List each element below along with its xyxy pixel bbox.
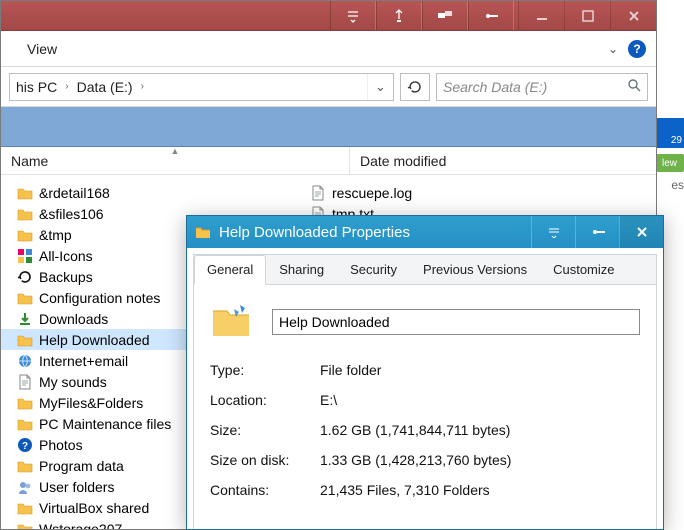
label-contains: Contains: [210, 482, 320, 498]
list-item-label: &tmp [39, 227, 72, 243]
side-text-fragment: es [671, 178, 684, 192]
sort-asc-icon: ▲ [171, 146, 180, 156]
folder-icon [17, 332, 33, 348]
search-icon[interactable] [627, 78, 641, 95]
breadcrumb-part-0[interactable]: his PC [10, 79, 63, 95]
list-item-label: Photos [39, 437, 83, 453]
folder-icon [17, 227, 33, 243]
qat-btn-3[interactable] [422, 1, 468, 30]
photos-icon: ? [17, 437, 33, 453]
list-item-label: PC Maintenance files [39, 416, 171, 432]
quick-access-toolbar [330, 1, 514, 30]
window-buttons [518, 1, 656, 30]
list-item-label: Program data [39, 458, 124, 474]
breadcrumb-part-1[interactable]: Data (E:) [71, 79, 139, 95]
folder-icon [17, 206, 33, 222]
folder-icon [17, 290, 33, 306]
address-dropdown-icon[interactable]: ⌄ [367, 74, 393, 100]
list-item-label: Backups [39, 269, 93, 285]
qat-btn-2[interactable] [376, 1, 422, 30]
value-contains: 21,435 Files, 7,310 Folders [320, 482, 640, 498]
list-item[interactable]: rescuepe.log [306, 182, 656, 203]
properties-close-button[interactable] [619, 216, 663, 248]
list-item-label: Help Downloaded [39, 332, 150, 348]
download-icon [17, 311, 33, 327]
list-item-label: Internet+email [39, 353, 128, 369]
properties-body: GeneralSharingSecurityPrevious VersionsC… [193, 254, 657, 529]
allicons-icon [17, 248, 33, 264]
folder-icon [17, 185, 33, 201]
refresh-button[interactable] [400, 73, 430, 101]
close-button[interactable] [610, 1, 656, 30]
command-bar [1, 107, 656, 147]
value-size-on-disk: 1.33 GB (1,428,213,760 bytes) [320, 452, 640, 468]
list-item-label: Wstorage207 [39, 521, 122, 530]
folder-icon [17, 500, 33, 516]
label-size: Size: [210, 422, 320, 438]
list-item-label: &rdetail168 [39, 185, 110, 201]
column-header-date[interactable]: Date modified [349, 147, 656, 174]
tab-security[interactable]: Security [337, 255, 410, 284]
folder-name-input[interactable] [272, 309, 640, 335]
properties-titlebar[interactable]: Help Downloaded Properties [187, 216, 663, 248]
column-header-name[interactable]: ▲ Name [1, 147, 349, 174]
tab-general[interactable]: General [194, 255, 266, 285]
breadcrumb-sep-icon[interactable]: › [63, 81, 70, 92]
list-item-label: VirtualBox shared [39, 500, 149, 516]
qat-btn-4[interactable] [468, 1, 514, 30]
search-input[interactable] [443, 79, 613, 95]
address-bar-row: his PC › Data (E:) › ⌄ [1, 67, 656, 107]
label-type: Type: [210, 362, 320, 378]
refresh-icon [17, 269, 33, 285]
props-btn-a[interactable] [531, 216, 575, 248]
tab-previous-versions[interactable]: Previous Versions [410, 255, 540, 284]
label-location: Location: [210, 392, 320, 408]
ribbon-expand-icon[interactable]: ⌄ [608, 42, 618, 56]
qat-btn-1[interactable] [330, 1, 376, 30]
props-btn-b[interactable] [575, 216, 619, 248]
doc-icon [310, 185, 326, 201]
columns-header: ▲ Name Date modified [1, 147, 656, 175]
tab-customize[interactable]: Customize [540, 255, 627, 284]
list-item[interactable]: &rdetail168 [1, 182, 306, 203]
users-icon [17, 479, 33, 495]
folder-icon [17, 416, 33, 432]
folder-icon [17, 458, 33, 474]
list-item-label: User folders [39, 479, 114, 495]
properties-title-text: Help Downloaded Properties [219, 224, 410, 241]
list-item-label: My sounds [39, 374, 107, 390]
folder-icon [195, 224, 211, 240]
properties-tabstrip: GeneralSharingSecurityPrevious VersionsC… [194, 255, 656, 285]
tab-sharing[interactable]: Sharing [266, 255, 337, 284]
breadcrumb[interactable]: his PC › Data (E:) › ⌄ [9, 73, 394, 101]
ribbon-tab-view[interactable]: View [27, 41, 57, 57]
maximize-button[interactable] [564, 1, 610, 30]
ribbon-bar: View ⌄ ? [1, 31, 656, 67]
value-location: E:\ [320, 392, 640, 408]
list-item-label: Configuration notes [39, 290, 160, 306]
label-size-on-disk: Size on disk: [210, 452, 320, 468]
list-item-label: Downloads [39, 311, 108, 327]
globe-icon [17, 353, 33, 369]
list-item-label: rescuepe.log [332, 185, 412, 201]
svg-text:?: ? [22, 441, 28, 452]
list-item-label: MyFiles&Folders [39, 395, 143, 411]
minimize-button[interactable] [518, 1, 564, 30]
list-item-label: All-Icons [39, 248, 93, 264]
help-icon[interactable]: ? [628, 40, 646, 58]
doc-icon [17, 374, 33, 390]
properties-dialog: Help Downloaded Properties GeneralSharin… [186, 215, 664, 530]
big-folder-icon [210, 299, 252, 344]
folder-icon [17, 521, 33, 530]
folder-icon [17, 395, 33, 411]
side-new-badge: lew [655, 154, 684, 172]
list-item-label: &sfiles106 [39, 206, 104, 222]
breadcrumb-sep-icon[interactable]: › [139, 81, 146, 92]
value-type: File folder [320, 362, 640, 378]
search-box[interactable] [436, 73, 648, 101]
value-size: 1.62 GB (1,741,844,711 bytes) [320, 422, 640, 438]
explorer-titlebar[interactable] [1, 1, 656, 31]
